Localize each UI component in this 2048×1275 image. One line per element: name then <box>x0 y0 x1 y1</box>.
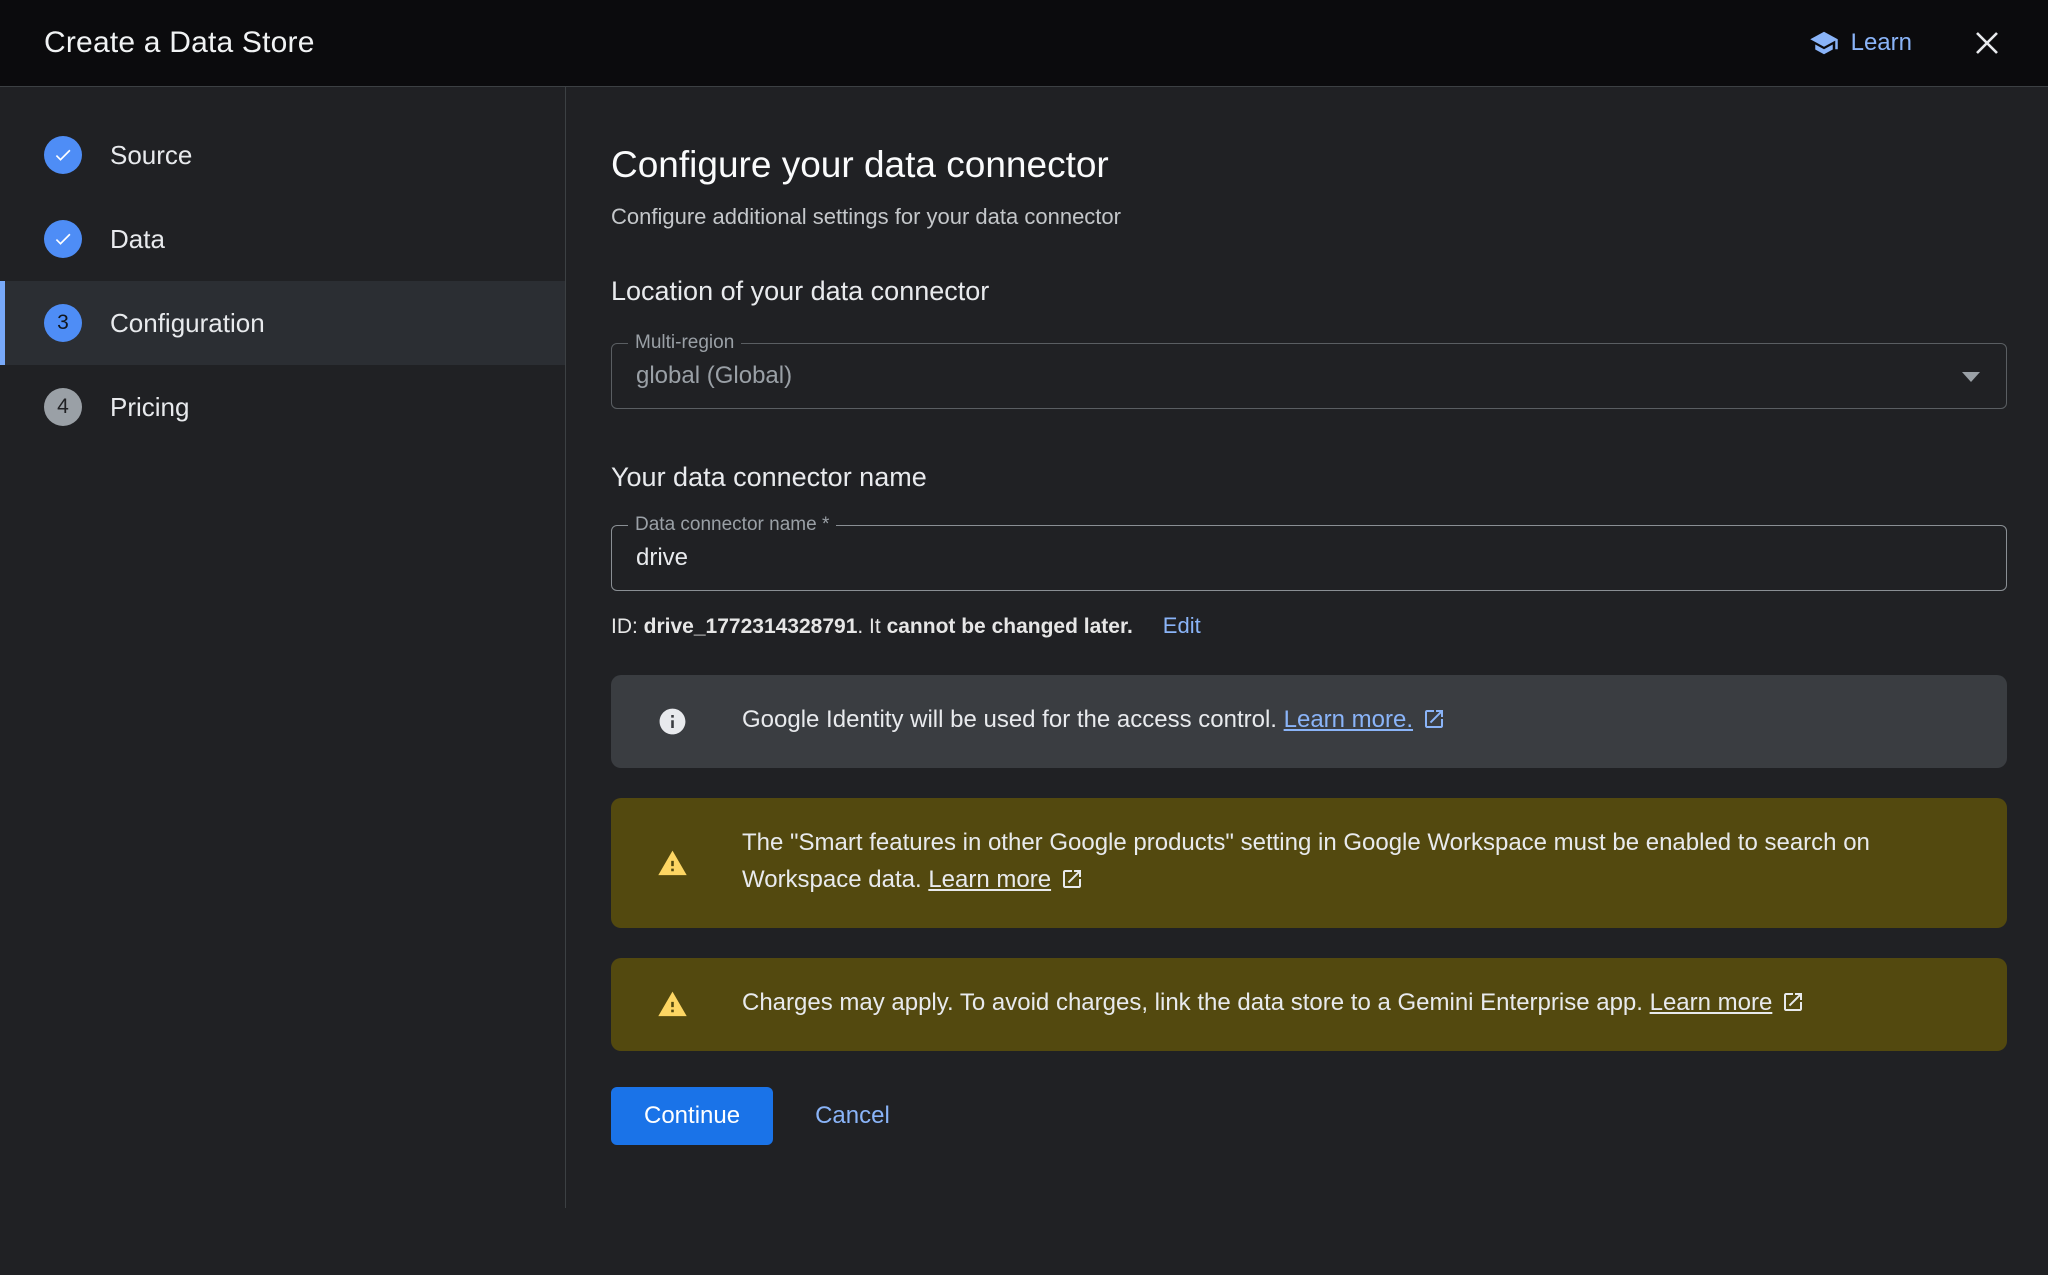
graduation-cap-icon <box>1809 28 1839 58</box>
cancel-button[interactable]: Cancel <box>815 1102 890 1130</box>
step-number-badge: 4 <box>44 388 82 426</box>
step-number-badge: 3 <box>44 304 82 342</box>
smart-features-learn-more-link[interactable]: Learn more <box>928 866 1051 893</box>
step-label-source: Source <box>110 140 192 171</box>
warning-icon <box>657 989 688 1020</box>
warning-icon <box>657 848 688 879</box>
stepper-step-data[interactable]: Data <box>0 197 565 281</box>
learn-label: Learn <box>1851 29 1912 57</box>
smart-features-warning-text: The "Smart features in other Google prod… <box>742 824 1961 902</box>
dialog-header: Create a Data Store Learn <box>0 0 2048 87</box>
external-link-icon <box>1422 705 1446 742</box>
step-label-pricing: Pricing <box>110 392 189 423</box>
step-completed-check-icon <box>44 220 82 258</box>
connector-id-value: drive_1772314328791 <box>644 615 858 639</box>
close-icon[interactable] <box>1970 26 2004 60</box>
identity-info-text: Google Identity will be used for the acc… <box>742 701 1446 742</box>
edit-id-link[interactable]: Edit <box>1163 613 1201 639</box>
page-title: Configure your data connector <box>611 143 2007 187</box>
sidebar-divider <box>565 87 566 1208</box>
page-subtitle: Configure additional settings for your d… <box>611 203 2007 231</box>
external-link-icon <box>1781 988 1805 1025</box>
helper-emphasis: cannot be changed later. <box>887 615 1133 639</box>
stepper-sidebar: Source Data 3 Configuration 4 Pricing <box>0 87 565 1275</box>
step-label-configuration: Configuration <box>110 308 265 339</box>
identity-learn-more-link[interactable]: Learn more. <box>1284 706 1413 733</box>
identity-info-banner: Google Identity will be used for the acc… <box>611 675 2007 768</box>
main-content: Configure your data connector Configure … <box>565 87 2048 1275</box>
data-connector-name-field: Data connector name * <box>611 525 2007 591</box>
info-icon <box>657 706 688 737</box>
location-section-heading: Location of your data connector <box>611 275 2007 307</box>
charges-learn-more-link[interactable]: Learn more <box>1650 989 1773 1016</box>
helper-middle: . It <box>857 615 886 639</box>
stepper-step-source[interactable]: Source <box>0 113 565 197</box>
continue-button[interactable]: Continue <box>611 1087 773 1145</box>
name-section-heading: Your data connector name <box>611 461 2007 493</box>
stepper-step-configuration[interactable]: 3 Configuration <box>0 281 565 365</box>
stepper-step-pricing[interactable]: 4 Pricing <box>0 365 565 449</box>
smart-features-warning-banner: The "Smart features in other Google prod… <box>611 798 2007 928</box>
multi-region-value: global (Global) <box>636 362 792 390</box>
multi-region-select[interactable]: Multi-region global (Global) <box>611 343 2007 409</box>
dialog-title: Create a Data Store <box>44 26 315 60</box>
helper-prefix: ID: <box>611 615 644 639</box>
external-link-icon <box>1060 865 1084 902</box>
data-connector-name-label: Data connector name * <box>628 514 836 536</box>
learn-link[interactable]: Learn <box>1809 28 1912 58</box>
form-actions: Continue Cancel <box>611 1087 2007 1145</box>
charges-warning-banner: Charges may apply. To avoid charges, lin… <box>611 958 2007 1051</box>
step-completed-check-icon <box>44 136 82 174</box>
connector-id-helper: ID: drive_1772314328791. It cannot be ch… <box>611 613 2007 639</box>
step-label-data: Data <box>110 224 165 255</box>
multi-region-label: Multi-region <box>628 332 741 354</box>
charges-warning-text: Charges may apply. To avoid charges, lin… <box>742 984 1805 1025</box>
dropdown-caret-icon <box>1962 372 1980 382</box>
